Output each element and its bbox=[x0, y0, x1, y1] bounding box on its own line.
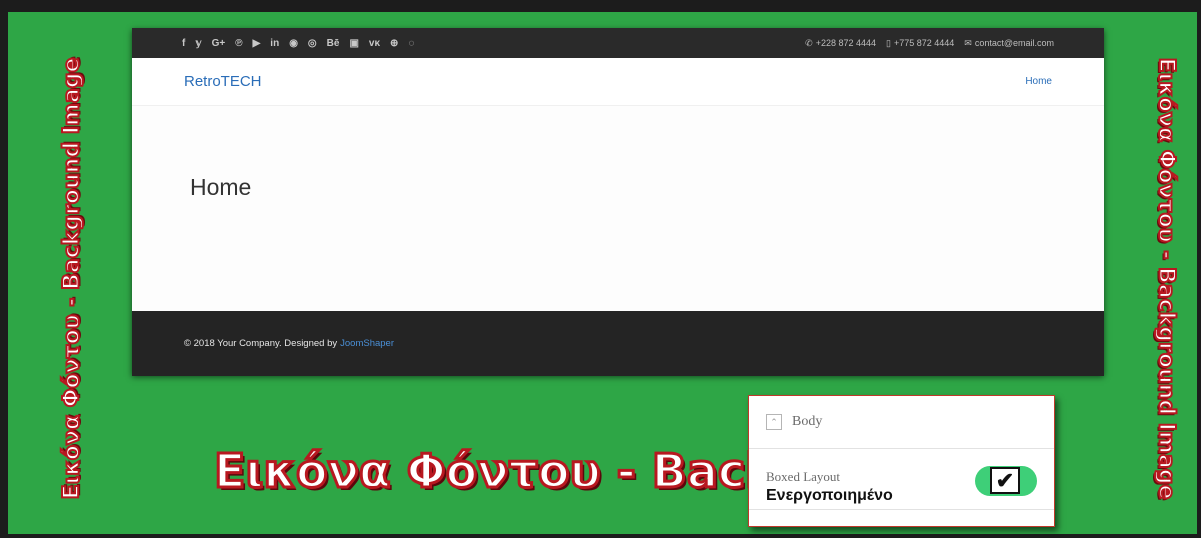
designer-link[interactable]: JoomShaper bbox=[340, 338, 394, 349]
chevron-up-icon[interactable]: ⌃ bbox=[766, 414, 782, 430]
linkedin-icon[interactable]: in bbox=[270, 38, 279, 49]
youtube-icon[interactable]: ▶ bbox=[253, 38, 261, 49]
flickr-icon[interactable]: ▣ bbox=[349, 38, 358, 49]
email-contact[interactable]: ✉ contact@email.com bbox=[964, 38, 1054, 49]
phone-number: +228 872 4444 bbox=[815, 38, 877, 48]
twitter-icon[interactable]: 𝕪 bbox=[195, 38, 201, 49]
email-address: contact@email.com bbox=[974, 38, 1054, 48]
checkmark-icon: ✔ bbox=[990, 467, 1020, 494]
phone-icon: ✆ bbox=[805, 37, 813, 48]
nav-item-home[interactable]: Home bbox=[1025, 76, 1052, 87]
mobile-icon: ▯ bbox=[886, 37, 891, 48]
panel-header-body[interactable]: ⌃ Body bbox=[749, 396, 1054, 449]
copyright-text: © 2018 Your Company. Designed by bbox=[184, 338, 338, 349]
pinterest-icon[interactable]: ℗ bbox=[235, 38, 242, 49]
contact-info: ✆ +228 872 4444 ▯ +775 872 4444 ✉ contac… bbox=[805, 38, 1054, 49]
page-title-section: Home bbox=[132, 106, 1104, 311]
site-logo[interactable]: RetroTECH bbox=[184, 73, 262, 90]
panel-title: Body bbox=[792, 414, 823, 429]
mobile-contact[interactable]: ▯ +775 872 4444 bbox=[886, 38, 954, 49]
footer: © 2018 Your Company. Designed by JoomSha… bbox=[132, 311, 1104, 376]
instagram-icon[interactable]: ◎ bbox=[308, 38, 317, 49]
side-caption-right: Εικόνα Φόντου - Background Image bbox=[1153, 57, 1180, 501]
page-title: Home bbox=[190, 174, 252, 200]
side-caption-left: Εικόνα Φόντου - Background Image bbox=[59, 57, 86, 501]
navbar: RetroTECH Home bbox=[132, 58, 1104, 106]
boxed-layout-toggle[interactable]: ✔ bbox=[975, 466, 1037, 496]
skype-icon[interactable]: ⊕ bbox=[390, 38, 398, 49]
dribbble-icon[interactable]: ◉ bbox=[289, 38, 298, 49]
mobile-number: +775 872 4444 bbox=[893, 38, 955, 48]
top-bar: f 𝕪 G+ ℗ ▶ in ◉ ◎ Bē ▣ ᴠκ ⊕ ◌ ✆ +228 872… bbox=[132, 28, 1104, 58]
boxed-layout-status: Ενεργοποιημένο bbox=[766, 487, 893, 504]
social-links: f 𝕪 G+ ℗ ▶ in ◉ ◎ Bē ▣ ᴠκ ⊕ ◌ bbox=[182, 38, 414, 49]
facebook-icon[interactable]: f bbox=[182, 38, 185, 49]
google-plus-icon[interactable]: G+ bbox=[212, 38, 226, 49]
vk-icon[interactable]: ᴠκ bbox=[369, 38, 380, 49]
settings-panel: ⌃ Body Boxed Layout Ενεργοποιημένο ✔ bbox=[748, 395, 1055, 527]
background-frame: Εικόνα Φόντου - Background Image Εικόνα … bbox=[0, 0, 1201, 538]
envelope-icon: ✉ bbox=[964, 37, 972, 48]
phone-contact[interactable]: ✆ +228 872 4444 bbox=[805, 38, 876, 49]
website-preview: f 𝕪 G+ ℗ ▶ in ◉ ◎ Bē ▣ ᴠκ ⊕ ◌ ✆ +228 872… bbox=[132, 28, 1104, 376]
boxed-layout-label: Boxed Layout bbox=[766, 469, 841, 484]
behance-icon[interactable]: Bē bbox=[327, 38, 340, 49]
boxed-layout-setting: Boxed Layout Ενεργοποιημένο ✔ bbox=[749, 449, 1054, 510]
whatsapp-icon[interactable]: ◌ bbox=[408, 38, 414, 49]
background-caption: Εικόνα Φόντου - Backgr bbox=[212, 443, 832, 500]
